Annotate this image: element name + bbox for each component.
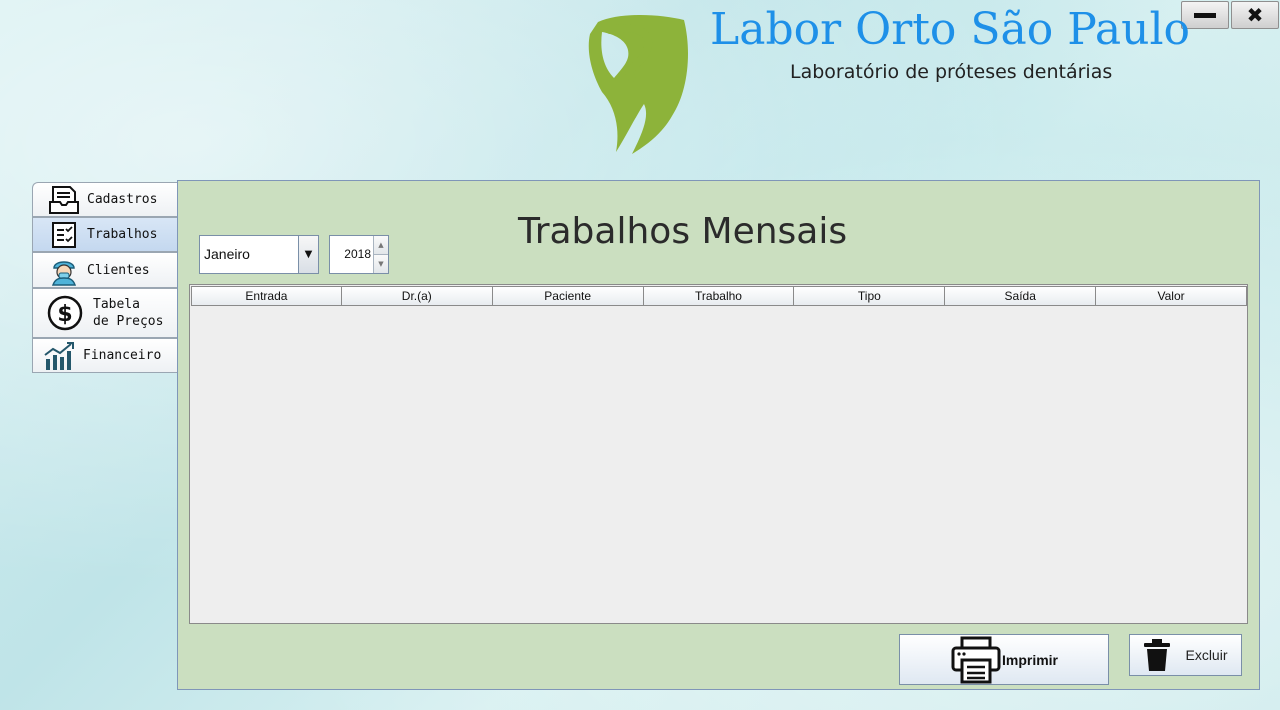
column-header-trabalho[interactable]: Trabalho	[643, 286, 795, 306]
app-title: Labor Orto São Paulo	[710, 4, 1191, 55]
app-subtitle: Laboratório de próteses dentárias	[790, 61, 1113, 83]
main-panel: Trabalhos Mensais Janeiro ▼ 2018 ▲ ▼ Ent…	[177, 180, 1260, 690]
close-button[interactable]: ✖	[1231, 1, 1279, 29]
column-header-entrada[interactable]: Entrada	[191, 286, 342, 306]
column-header-paciente[interactable]: Paciente	[492, 286, 644, 306]
tab-cadastros[interactable]: Cadastros	[32, 182, 178, 217]
jobs-table[interactable]: Entrada Dr.(a) Paciente Trabalho Tipo Sa…	[189, 284, 1248, 624]
tab-label-line2: de Preços	[93, 314, 164, 329]
page-title: Trabalhos Mensais	[518, 211, 848, 252]
column-header-dr[interactable]: Dr.(a)	[341, 286, 493, 306]
chart-icon	[43, 340, 77, 372]
column-header-tipo[interactable]: Tipo	[794, 286, 946, 306]
tab-clientes[interactable]: Clientes	[32, 252, 178, 288]
column-header-saida[interactable]: Saída	[945, 286, 1097, 306]
tab-label-line1: Tabela	[93, 297, 140, 312]
tab-label: Trabalhos	[87, 227, 158, 242]
tab-label: Financeiro	[83, 348, 162, 363]
tab-financeiro[interactable]: Financeiro	[32, 338, 178, 373]
printer-icon	[950, 636, 1002, 684]
tab-label: Tabela de Preços	[93, 296, 163, 330]
tab-label: Clientes	[87, 262, 150, 278]
spinner-up-icon[interactable]: ▲	[374, 236, 388, 254]
year-spinner-value[interactable]: 2018	[330, 236, 373, 273]
tooth-logo-icon	[588, 15, 688, 154]
print-button[interactable]: Imprimir	[899, 634, 1109, 685]
document-icon	[47, 184, 81, 216]
spinner-down-icon[interactable]: ▼	[374, 254, 388, 273]
minimize-icon	[1194, 12, 1216, 18]
delete-button-label: Excluir	[1185, 647, 1228, 663]
print-button-label: Imprimir	[1001, 651, 1058, 668]
trash-icon	[1143, 638, 1171, 672]
column-header-valor[interactable]: Valor	[1096, 286, 1248, 306]
svg-text:$: $	[57, 302, 72, 327]
year-spinner[interactable]: 2018 ▲ ▼	[329, 235, 389, 274]
chevron-down-icon[interactable]: ▼	[298, 236, 318, 273]
dollar-icon: $	[45, 293, 85, 333]
month-select[interactable]: Janeiro ▼	[199, 235, 319, 274]
dentist-icon	[47, 254, 81, 286]
tab-label: Cadastros	[87, 192, 158, 207]
spinner-buttons: ▲ ▼	[373, 236, 388, 273]
tab-tabela-de-precos[interactable]: $ Tabela de Preços	[32, 288, 178, 338]
tab-trabalhos[interactable]: Trabalhos	[32, 217, 178, 252]
month-select-value: Janeiro	[204, 246, 250, 262]
checklist-icon	[47, 219, 81, 251]
close-icon: ✖	[1246, 3, 1264, 27]
table-header: Entrada Dr.(a) Paciente Trabalho Tipo Sa…	[191, 286, 1248, 306]
delete-button[interactable]: Excluir	[1129, 634, 1242, 676]
